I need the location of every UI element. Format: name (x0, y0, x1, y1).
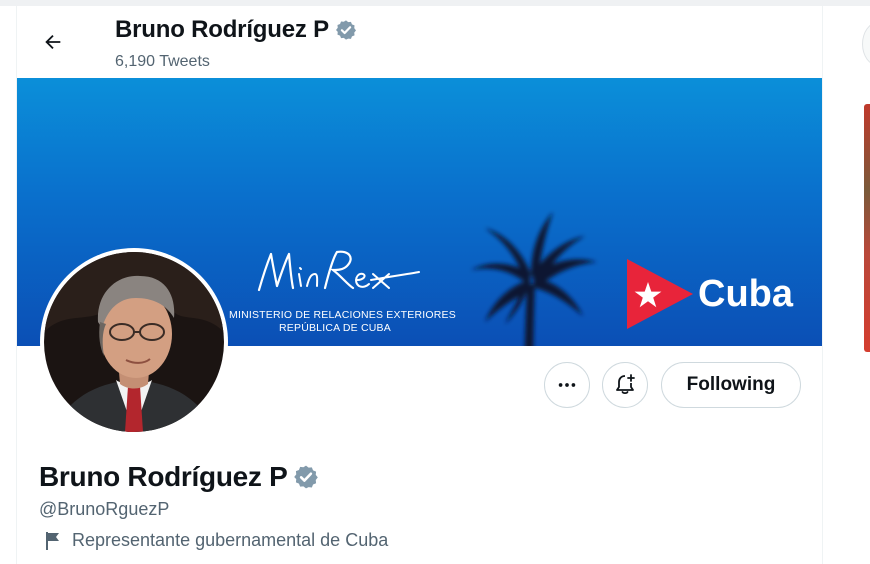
verified-badge-icon (335, 20, 356, 40)
republic-name: REPÚBLICA DE CUBA (279, 322, 391, 334)
government-label-text: Representante gubernamental de Cuba (72, 530, 389, 550)
flag-icon (46, 531, 59, 550)
profile-header: Bruno Rodríguez P 6,190 Tweets (17, 6, 822, 78)
cuba-flag-triangle (627, 259, 693, 329)
more-options-button[interactable] (544, 362, 590, 408)
more-dots-icon (558, 383, 576, 387)
arrow-left-icon (45, 34, 61, 50)
header-name: Bruno Rodríguez P (115, 16, 329, 43)
profile-handle: @BrunoRguezP (39, 499, 170, 519)
avatar-photo (44, 252, 224, 432)
verified-badge-icon[interactable] (293, 464, 319, 490)
palm-tree-silhouette (471, 212, 597, 346)
profile-avatar[interactable] (40, 248, 228, 436)
profile-name-row: Bruno Rodríguez P (39, 461, 319, 493)
header-title-row: Bruno Rodríguez P (115, 16, 357, 44)
ministry-name: MINISTERIO DE RELACIONES EXTERIORES (229, 309, 456, 321)
bell-plus-icon (616, 374, 635, 395)
government-label[interactable]: Representante gubernamental de Cuba (44, 530, 388, 551)
tweet-count: 6,190 Tweets (115, 53, 210, 70)
minrex-logo (257, 250, 420, 292)
column-divider-right (822, 6, 823, 564)
back-button[interactable] (37, 26, 69, 58)
sidebar-search-edge[interactable] (862, 22, 870, 66)
following-button[interactable]: Following (661, 362, 801, 408)
sidebar-media-edge[interactable] (864, 104, 870, 352)
notifications-button[interactable] (602, 362, 648, 408)
profile-name: Bruno Rodríguez P (39, 461, 288, 492)
banner-country-label: Cuba (698, 273, 793, 315)
